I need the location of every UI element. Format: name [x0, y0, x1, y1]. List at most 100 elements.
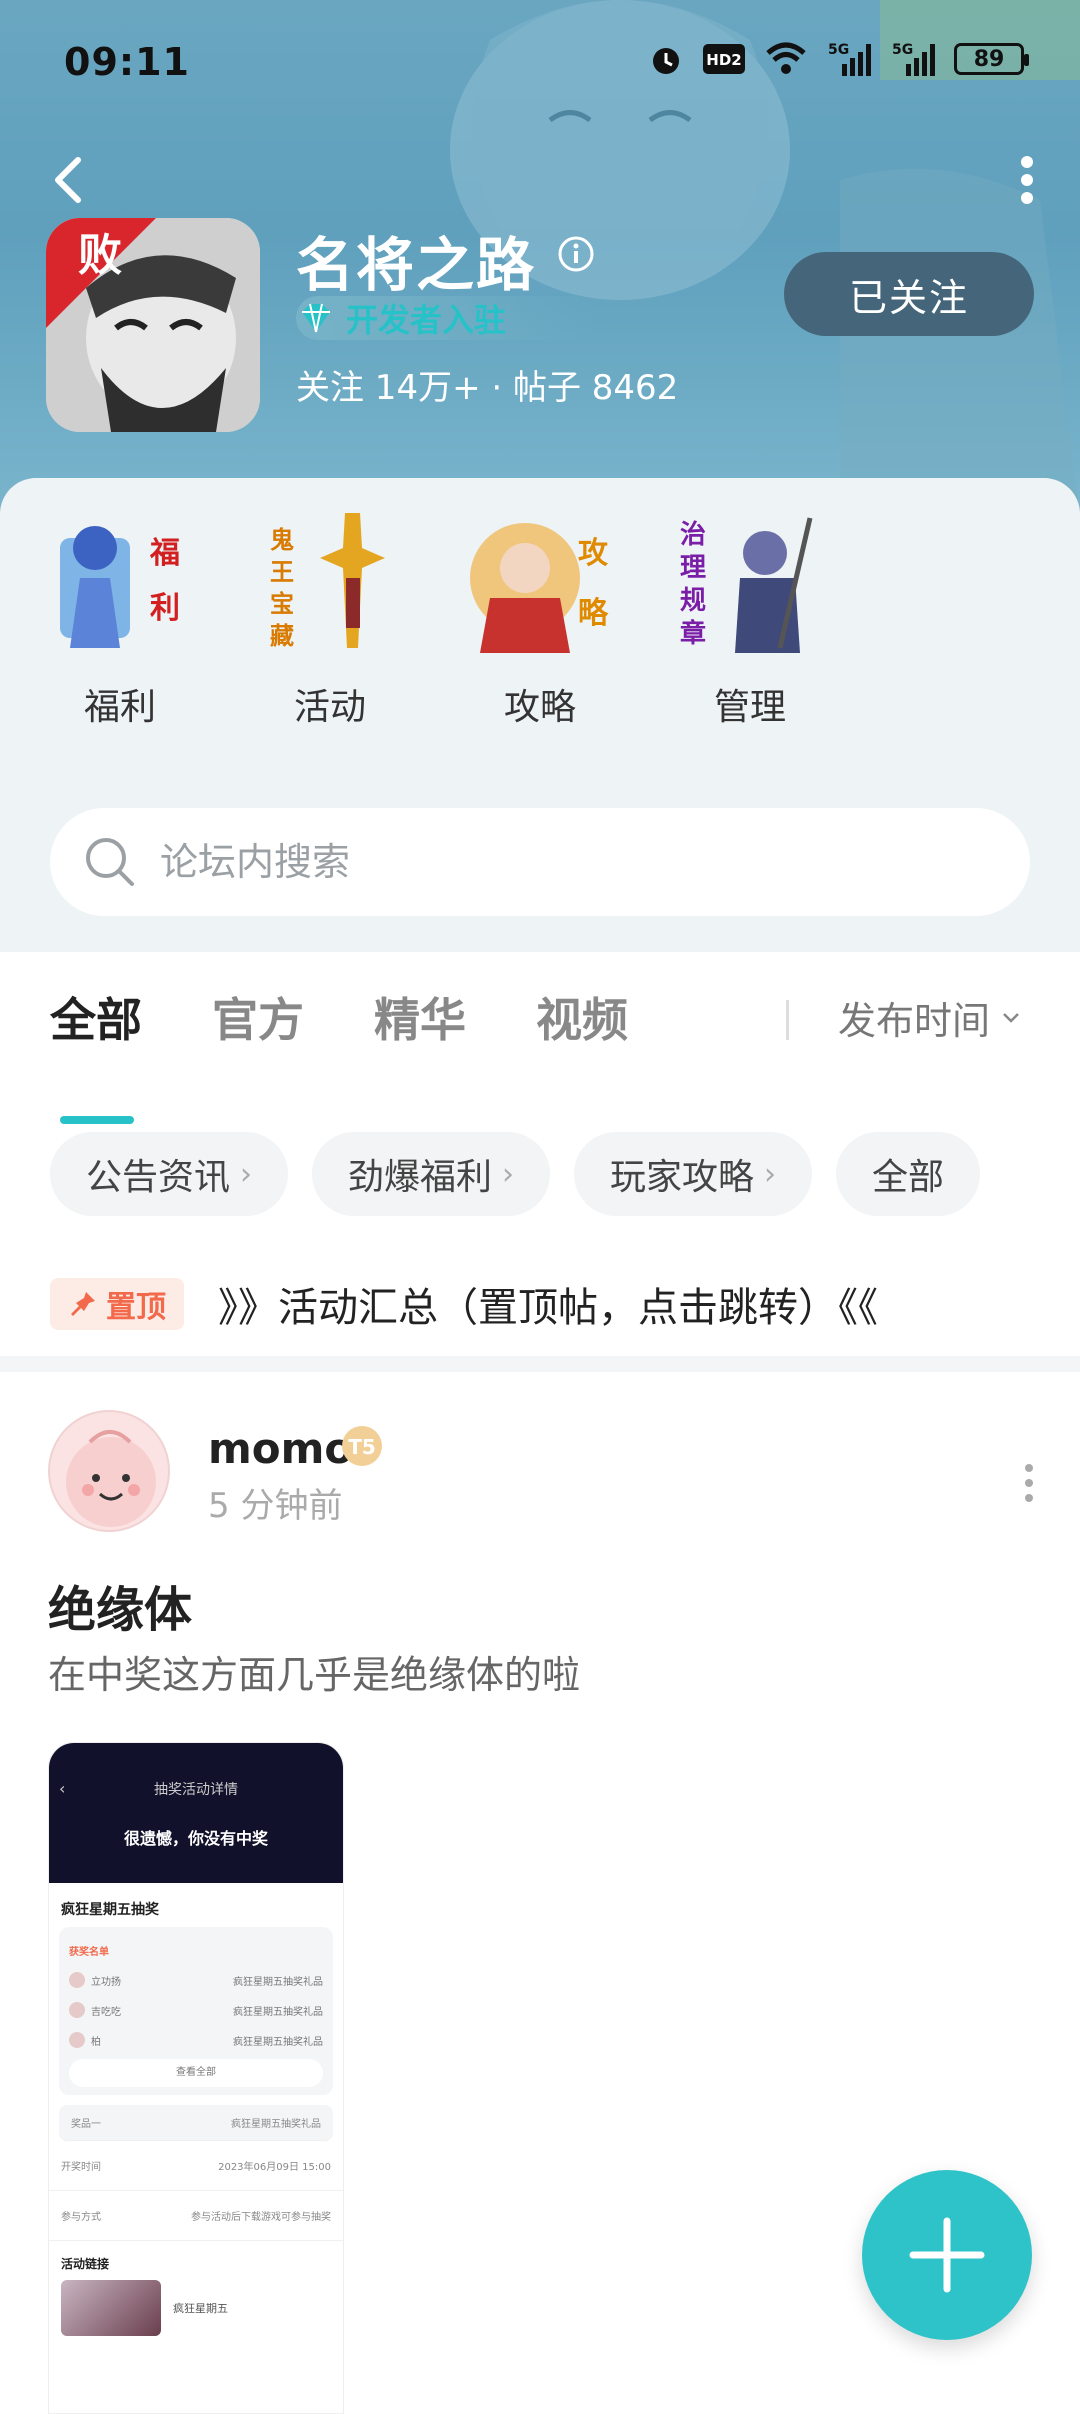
thumb-prize-right: 疯狂星期五抽奖礼品 [231, 2119, 321, 2130]
thumb-draw-time-left: 开奖时间 [61, 2162, 101, 2173]
chip-welfare[interactable]: 劲爆福利 › [312, 1132, 551, 1216]
svg-text:治: 治 [680, 520, 706, 550]
svg-text:王: 王 [270, 558, 294, 586]
svg-text:T5: T5 [348, 1435, 376, 1459]
thumb-winner-name: 柏 [91, 2036, 101, 2048]
forum-stats: 关注 14万+ · 帖子 8462 [296, 368, 679, 408]
forum-page: 09:11 HD2 5G 5G 89 败 名将之路 开发者入驻 关注 14万+ … [0, 0, 1080, 2414]
sort-label: 发布时间 [838, 999, 991, 1043]
thumb-prize-row: 奖品一 疯狂星期五抽奖礼品 [59, 2105, 333, 2141]
developer-badge: 开发者入驻 [296, 296, 596, 340]
post-username[interactable]: momo [208, 1424, 353, 1473]
follow-button[interactable]: 已关注 [784, 252, 1034, 336]
svg-text:规: 规 [680, 586, 706, 616]
tab-featured[interactable]: 精华 [374, 984, 466, 1064]
plus-icon [909, 2217, 985, 2293]
tab-video[interactable]: 视频 [536, 984, 628, 1064]
post-more-icon[interactable] [1014, 1458, 1044, 1508]
search-bar[interactable] [50, 808, 1030, 916]
hd-icon: HD2 [703, 44, 745, 74]
thumb-winner-avatar [69, 1972, 85, 1988]
svg-text:福: 福 [149, 536, 180, 571]
thumb-header-title: 抽奖活动详情 [154, 1782, 238, 1798]
thumb-game-row: 疯狂星期五 [61, 2280, 343, 2336]
thumb-join-row: 参与方式 参与活动后下载游戏可参与抽奖 [49, 2191, 343, 2241]
quick-link-label: 活动 [293, 687, 366, 728]
status-bar: 09:11 HD2 5G 5G 89 [0, 0, 1080, 130]
quick-link-label: 攻略 [503, 687, 576, 728]
quick-link-guide[interactable]: 攻 略 攻略 [450, 508, 630, 738]
new-post-button[interactable] [862, 2170, 1032, 2340]
pinned-post[interactable]: 置顶 》》活动汇总（置顶帖，点击跳转）《《 [50, 1276, 1040, 1332]
guide-art: 攻 略 [470, 523, 609, 653]
quick-link-label: 福利 [83, 687, 156, 728]
diamond-icon [302, 303, 330, 333]
quick-links: 福 利 福利 鬼 王 宝 藏 活动 攻 略 攻略 治 理 规 章 管理 [0, 508, 1080, 738]
chip-all[interactable]: 全部 [836, 1132, 981, 1216]
forum-header: 09:11 HD2 5G 5G 89 败 名将之路 开发者入驻 关注 14万+ … [0, 0, 1080, 520]
post-time: 5 分钟前 [208, 1486, 343, 1526]
svg-text:藏: 藏 [270, 622, 294, 650]
chip-announcements[interactable]: 公告资讯 › [50, 1132, 289, 1216]
thumb-winner-avatar [69, 2002, 85, 2018]
thumb-winner-name: 吉吃吃 [91, 2006, 121, 2018]
svg-text:章: 章 [680, 618, 706, 649]
chip-label: 全部 [872, 1157, 945, 1198]
thumb-event-name: 疯狂星期五抽奖 [61, 1902, 159, 1918]
quick-link-admin[interactable]: 治 理 规 章 管理 [660, 508, 840, 738]
pinned-badge-label: 置顶 [106, 1290, 166, 1325]
chip-label: 劲爆福利 [348, 1157, 493, 1198]
thumb-winner-row: 吉吃吃 疯狂星期五抽奖礼品 [69, 1995, 323, 2025]
tab-official[interactable]: 官方 [212, 984, 304, 1064]
quick-link-activity[interactable]: 鬼 王 宝 藏 活动 [240, 508, 420, 738]
thumb-winner-row: 立功扬 疯狂星期五抽奖礼品 [69, 1965, 323, 1995]
quick-link-welfare[interactable]: 福 利 福利 [30, 508, 210, 738]
admin-art: 治 理 规 章 [680, 517, 813, 653]
wifi-icon [766, 42, 806, 74]
status-time: 09:11 [64, 40, 190, 84]
svg-text:5G: 5G [892, 42, 913, 58]
feed-tabs: 全部 官方 精华 视频 [50, 984, 698, 1124]
thumb-winner-avatar [69, 2032, 85, 2048]
sort-dropdown[interactable]: 发布时间 [838, 990, 1022, 1045]
search-icon [86, 838, 134, 886]
thumb-winner-prize: 疯狂星期五抽奖礼品 [233, 2036, 323, 2048]
battery-indicator: 89 [954, 43, 1029, 75]
game-icon-art: 败 [46, 218, 260, 432]
info-icon[interactable] [556, 234, 596, 274]
thumb-prize-left: 奖品一 [71, 2119, 101, 2130]
thumb-winner-name: 立功扬 [91, 1976, 121, 1988]
tab-all[interactable]: 全部 [50, 984, 142, 1124]
thumb-game-label: 疯狂星期五 [173, 2302, 228, 2315]
thumb-winners-card: 获奖名单 立功扬 疯狂星期五抽奖礼品 吉吃吃 疯狂星期五抽奖礼品 柏疯狂星期五抽奖礼… [59, 1927, 333, 2095]
svg-text:HD2: HD2 [706, 51, 741, 69]
avatar[interactable] [48, 1410, 170, 1532]
sort-divider [786, 1000, 789, 1040]
search-input[interactable] [160, 840, 960, 884]
welfare-art: 福 利 [60, 526, 180, 648]
thumb-winner-prize: 疯狂星期五抽奖礼品 [233, 2006, 323, 2018]
activity-art: 鬼 王 宝 藏 [270, 513, 385, 650]
chip-label: 公告资讯 [86, 1157, 231, 1198]
chip-label: 玩家攻略 [610, 1157, 755, 1198]
post-title: 绝缘体 [48, 1582, 193, 1638]
chevron-right-icon: › [764, 1156, 777, 1192]
thumb-draw-time-right: 2023年06月09日 15:00 [218, 2162, 331, 2173]
category-chips: 公告资讯 › 劲爆福利 › 玩家攻略 › 全部 [50, 1132, 981, 1216]
pinned-title: 》》活动汇总（置顶帖，点击跳转）《《 [218, 1285, 878, 1331]
thumb-winner-row: 柏 疯狂星期五抽奖礼品 [69, 2025, 323, 2055]
svg-text:宝: 宝 [270, 590, 294, 618]
svg-text:略: 略 [578, 596, 609, 631]
chip-player-guides[interactable]: 玩家攻略 › [574, 1132, 813, 1216]
game-icon[interactable]: 败 [46, 218, 260, 432]
thumb-winners-label-row: 获奖名单 [69, 1935, 323, 1965]
svg-text:理: 理 [680, 553, 706, 583]
back-button[interactable] [40, 150, 100, 210]
pinned-badge: 置顶 [50, 1278, 184, 1330]
thumb-winners-label: 获奖名单 [69, 1946, 109, 1958]
thumb-winner-prize: 疯狂星期五抽奖礼品 [233, 1976, 323, 1988]
signal-icon: 5G [828, 42, 871, 76]
more-options-button[interactable] [1002, 150, 1052, 210]
thumb-draw-time-row: 开奖时间 2023年06月09日 15:00 [49, 2141, 343, 2191]
post-image[interactable]: ‹ 抽奖活动详情 很遗憾，你没有中奖 疯狂星期五抽奖 获奖名单 立功扬 疯狂星期五… [48, 1742, 344, 2414]
